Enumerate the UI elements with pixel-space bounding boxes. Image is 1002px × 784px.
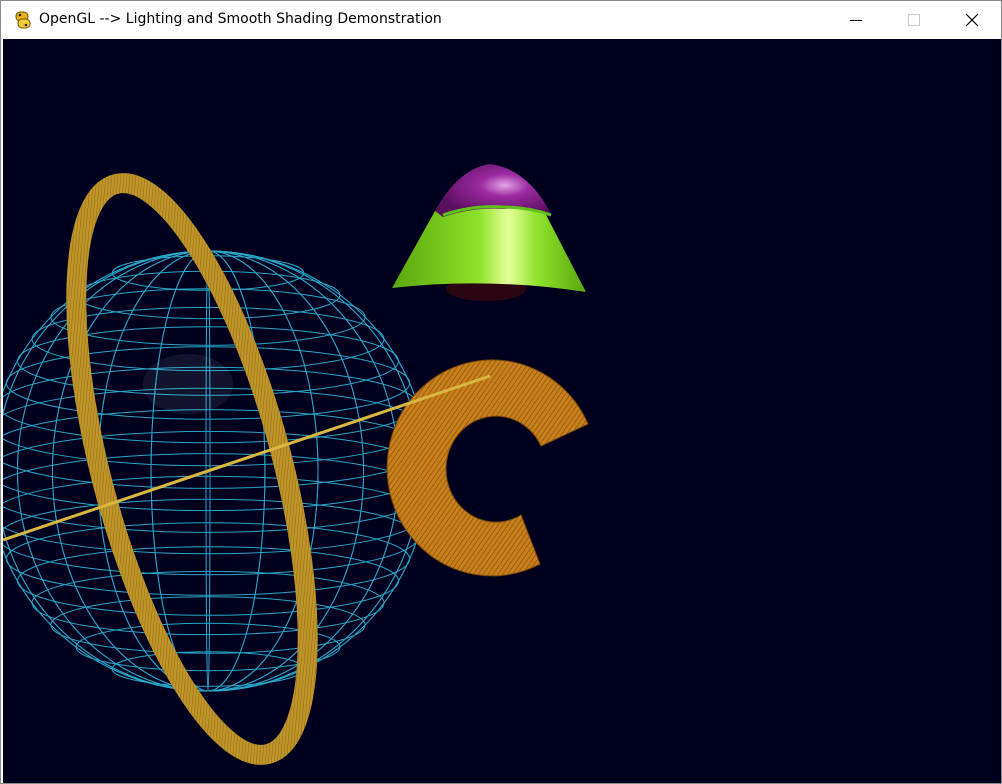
cone [392, 164, 586, 301]
ring [66, 173, 318, 765]
sphere-latitude [50, 288, 366, 346]
python-snake-icon [15, 11, 31, 29]
sphere-latitude [50, 596, 366, 654]
sphere-latitude [3, 430, 429, 512]
scene-canvas [3, 164, 589, 765]
title-bar[interactable]: OpenGL --> Lighting and Smooth Shading D… [1, 1, 1001, 39]
opengl-viewport[interactable] [3, 39, 1001, 783]
maximize-icon [908, 14, 920, 26]
close-icon [965, 13, 979, 27]
sphere-highlight [143, 354, 233, 414]
minimize-icon [850, 20, 862, 21]
partial-torus [386, 359, 589, 577]
minimize-button[interactable] [827, 1, 885, 39]
sphere-latitude [16, 546, 400, 616]
maximize-button[interactable] [885, 1, 943, 39]
app-window: OpenGL --> Lighting and Smooth Shading D… [0, 0, 1002, 784]
window-title: OpenGL --> Lighting and Smooth Shading D… [39, 11, 442, 27]
close-button[interactable] [943, 1, 1001, 39]
sphere-latitude [31, 570, 385, 636]
